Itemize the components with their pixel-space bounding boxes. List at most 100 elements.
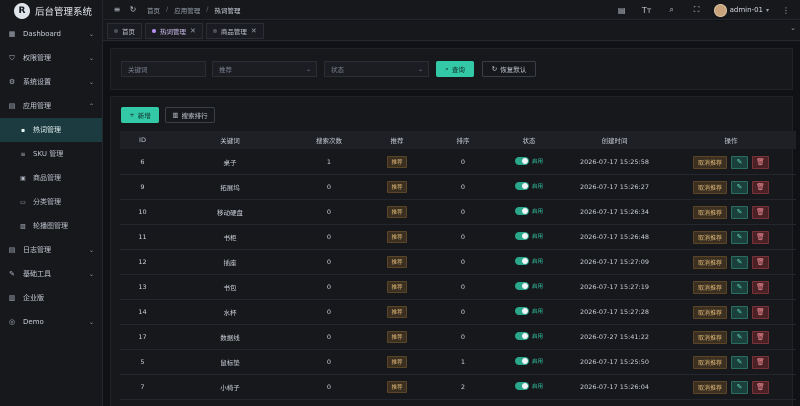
status-switch[interactable]: 启用 [514, 207, 543, 215]
breadcrumb-apps[interactable]: 应用管理 [174, 5, 200, 15]
fullscreen-icon[interactable]: ⛶ [689, 5, 705, 15]
cancel-recommend-button[interactable]: 取消推荐 [692, 305, 727, 319]
edit-icon[interactable]: ✎ [731, 380, 748, 394]
sidebar-subitem[interactable]: ▪ 热词管理 [0, 118, 102, 142]
delete-icon[interactable]: 🗑 [752, 355, 769, 369]
more-icon[interactable]: ⋮ [778, 6, 794, 15]
status-switch[interactable]: 启用 [514, 357, 543, 365]
sidebar-item[interactable]: ▤ 应用管理 ⌃ [0, 94, 102, 118]
cancel-recommend-button[interactable]: 取消推荐 [692, 205, 727, 219]
cell-status: 启用 [495, 207, 563, 217]
status-switch[interactable]: 启用 [514, 307, 543, 315]
close-icon[interactable]: ✕ [190, 27, 196, 35]
delete-icon[interactable]: 🗑 [752, 155, 769, 169]
status-label: 启用 [531, 184, 543, 190]
delete-icon[interactable]: 🗑 [752, 305, 769, 319]
add-button[interactable]: + 新增 [121, 107, 159, 123]
chevron-icon: ⌄ [88, 246, 94, 254]
sidebar-item[interactable]: ▥ 企业版 [0, 286, 102, 310]
status-switch[interactable]: 启用 [514, 282, 543, 290]
topbar-actions: ▤ Tт ⌕ ⛶ admin-01 ▾ ⋮ [614, 0, 794, 20]
cancel-recommend-button[interactable]: 取消推荐 [692, 230, 727, 244]
search-rank-button[interactable]: ▥ 搜索排行 [165, 107, 215, 123]
cell-status: 启用 [495, 182, 563, 192]
cell-keyword: 水杯 [223, 309, 237, 317]
edit-icon[interactable]: ✎ [731, 305, 748, 319]
cell-recommend: 推荐 [363, 331, 431, 343]
edit-icon[interactable]: ✎ [731, 280, 748, 294]
keyword-input[interactable]: 关键词 [121, 61, 206, 77]
cancel-recommend-button[interactable]: 取消推荐 [692, 155, 727, 169]
notice-icon[interactable]: ▤ [614, 6, 630, 15]
cell-created-time: 2026-07-17 15:26:34 [579, 208, 650, 216]
delete-icon[interactable]: 🗑 [752, 280, 769, 294]
delete-icon[interactable]: 🗑 [752, 255, 769, 269]
delete-icon[interactable]: 🗑 [752, 180, 769, 194]
sidebar-item-label: 权限管理 [23, 54, 51, 62]
search-rank-label: 搜索排行 [181, 112, 208, 120]
recommend-tag: 推荐 [387, 356, 407, 368]
tab-hotword[interactable]: 热词管理 ✕ [145, 22, 203, 39]
edit-icon[interactable]: ✎ [731, 205, 748, 219]
cancel-recommend-button[interactable]: 取消推荐 [692, 280, 727, 294]
table-row: 10 移动硬盘 0 推荐 0 启用 2026-07-17 15:26:34 取消… [120, 200, 796, 225]
search-button[interactable]: ⌕ 查询 [436, 61, 474, 77]
sidebar-subitem-label: 轮播图管理 [33, 222, 68, 230]
edit-icon[interactable]: ✎ [731, 180, 748, 194]
sidebar-item[interactable]: ▤ 日志管理 ⌄ [0, 238, 102, 262]
cancel-recommend-button[interactable]: 取消推荐 [692, 330, 727, 344]
cancel-recommend-button[interactable]: 取消推荐 [692, 355, 727, 369]
menu-toggle-icon[interactable]: ≡ [109, 5, 125, 14]
breadcrumb: 首页 / 应用管理 / 热词管理 [147, 5, 240, 15]
status-switch[interactable]: 启用 [514, 332, 543, 340]
app-logo[interactable]: R 后台管理系统 [0, 0, 102, 22]
delete-icon[interactable]: 🗑 [752, 380, 769, 394]
status-switch[interactable]: 启用 [514, 382, 543, 390]
edit-icon[interactable]: ✎ [731, 255, 748, 269]
status-switch[interactable]: 启用 [514, 157, 543, 165]
sidebar-subitem[interactable]: ≡ SKU 管理 [0, 142, 102, 166]
status-select[interactable]: 状态 ⌄ [324, 61, 429, 77]
tab-home[interactable]: 首页 [107, 22, 142, 39]
cancel-recommend-button[interactable]: 取消推荐 [692, 380, 727, 394]
recommend-tag: 推荐 [387, 156, 407, 168]
cancel-recommend-button[interactable]: 取消推荐 [692, 255, 727, 269]
edit-icon[interactable]: ✎ [731, 155, 748, 169]
recommend-select[interactable]: 推荐 ⌄ [212, 61, 317, 77]
sidebar-subitem[interactable]: ▨ 轮播图管理 [0, 214, 102, 238]
status-switch[interactable]: 启用 [514, 257, 543, 265]
edit-icon[interactable]: ✎ [731, 355, 748, 369]
sidebar-subitem[interactable]: ▣ 商品管理 [0, 166, 102, 190]
reset-button[interactable]: ↻ 恢复默认 [482, 61, 536, 77]
sidebar-subitem[interactable]: ▭ 分类管理 [0, 190, 102, 214]
tab-products[interactable]: 商品管理 ✕ [205, 22, 264, 39]
sidebar-item[interactable]: ▦ Dashboard ⌄ [0, 22, 102, 46]
refresh-icon[interactable]: ↻ [125, 5, 141, 14]
font-size-icon[interactable]: Tт [639, 6, 655, 15]
cell-search-count: 0 [326, 383, 332, 391]
sidebar-item[interactable]: ⚙ 系统设置 ⌄ [0, 70, 102, 94]
sidebar-item[interactable]: ⛉ 权限管理 ⌄ [0, 46, 102, 70]
cancel-recommend-button[interactable]: 取消推荐 [692, 180, 727, 194]
table-row: 13 书包 0 推荐 0 启用 2026-07-17 15:27:19 取消推荐… [120, 275, 796, 300]
cell-created-time: 2026-07-17 15:25:50 [579, 358, 650, 366]
cell-actions: 取消推荐 ✎ 🗑 [666, 180, 796, 194]
delete-icon[interactable]: 🗑 [752, 205, 769, 219]
user-menu[interactable]: admin-01 ▾ [713, 3, 769, 17]
tabs-dropdown-icon[interactable]: ⌄ [790, 24, 796, 32]
cell-sort: 0 [460, 283, 466, 291]
search-icon[interactable]: ⌕ [664, 5, 680, 15]
breadcrumb-home[interactable]: 首页 [147, 5, 160, 15]
edit-icon[interactable]: ✎ [731, 230, 748, 244]
sidebar-item[interactable]: ◎ Demo ⌄ [0, 310, 102, 334]
cell-id: 11 [138, 233, 147, 241]
delete-icon[interactable]: 🗑 [752, 230, 769, 244]
sidebar-item[interactable]: ✎ 基础工具 ⌄ [0, 262, 102, 286]
edit-icon[interactable]: ✎ [731, 330, 748, 344]
cell-sort: 0 [460, 183, 466, 191]
status-switch[interactable]: 启用 [514, 232, 543, 240]
status-switch[interactable]: 启用 [514, 182, 543, 190]
close-icon[interactable]: ✕ [251, 27, 257, 35]
delete-icon[interactable]: 🗑 [752, 330, 769, 344]
breadcrumb-separator: / [206, 4, 209, 13]
